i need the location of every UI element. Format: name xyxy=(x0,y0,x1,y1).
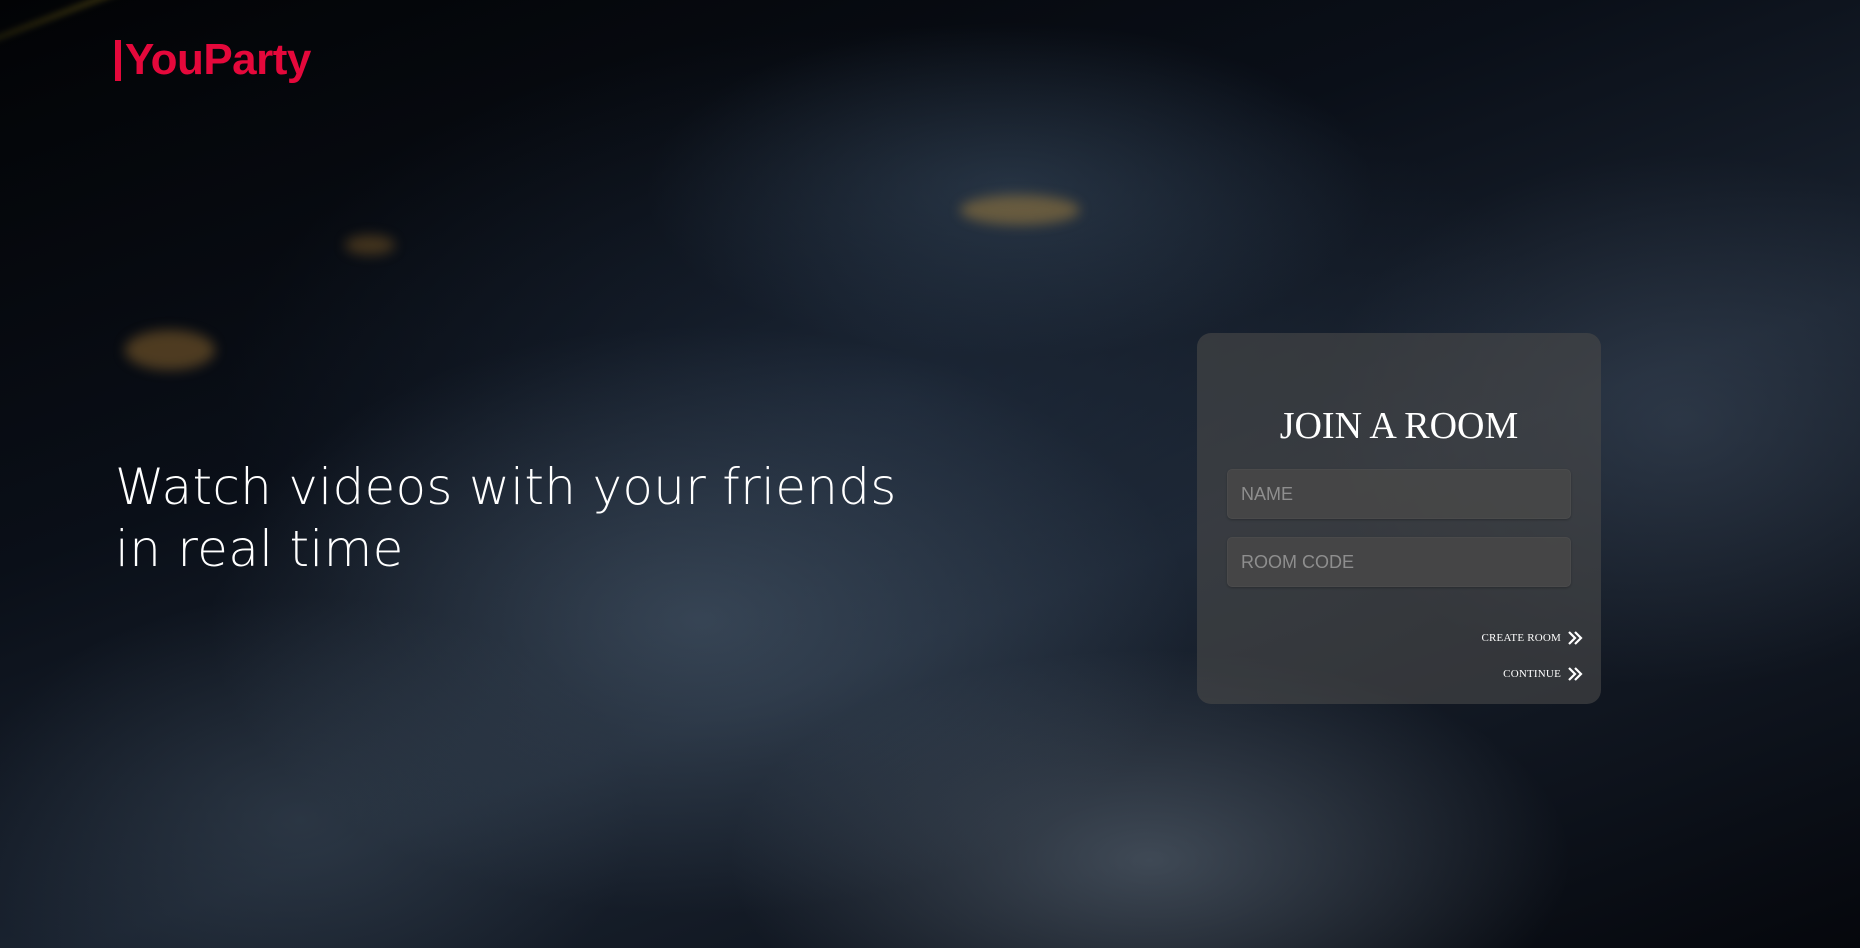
brand-name: YouParty xyxy=(125,35,311,84)
room-code-input[interactable] xyxy=(1227,537,1571,587)
name-input[interactable] xyxy=(1227,469,1571,519)
earth-horizon-glow xyxy=(0,0,722,86)
continue-button[interactable]: CONTINUE xyxy=(1503,666,1583,682)
hero-tagline: Watch videos with your friends in real t… xyxy=(115,458,897,578)
landing-page: YouParty Watch videos with your friends … xyxy=(0,0,1860,948)
card-title: JOIN A ROOM xyxy=(1279,405,1519,447)
brand-logo[interactable]: YouParty xyxy=(115,38,311,82)
city-lights xyxy=(125,330,215,370)
city-lights xyxy=(345,235,395,255)
continue-label: CONTINUE xyxy=(1503,668,1561,680)
create-room-label: CREATE ROOM xyxy=(1481,632,1561,644)
city-lights xyxy=(960,195,1080,225)
create-room-button[interactable]: CREATE ROOM xyxy=(1481,630,1583,646)
double-chevron-right-icon xyxy=(1568,667,1583,681)
logo-bar xyxy=(115,39,121,81)
join-room-card: JOIN A ROOM CREATE ROOM CONTINUE xyxy=(1197,333,1601,704)
double-chevron-right-icon xyxy=(1568,631,1583,645)
